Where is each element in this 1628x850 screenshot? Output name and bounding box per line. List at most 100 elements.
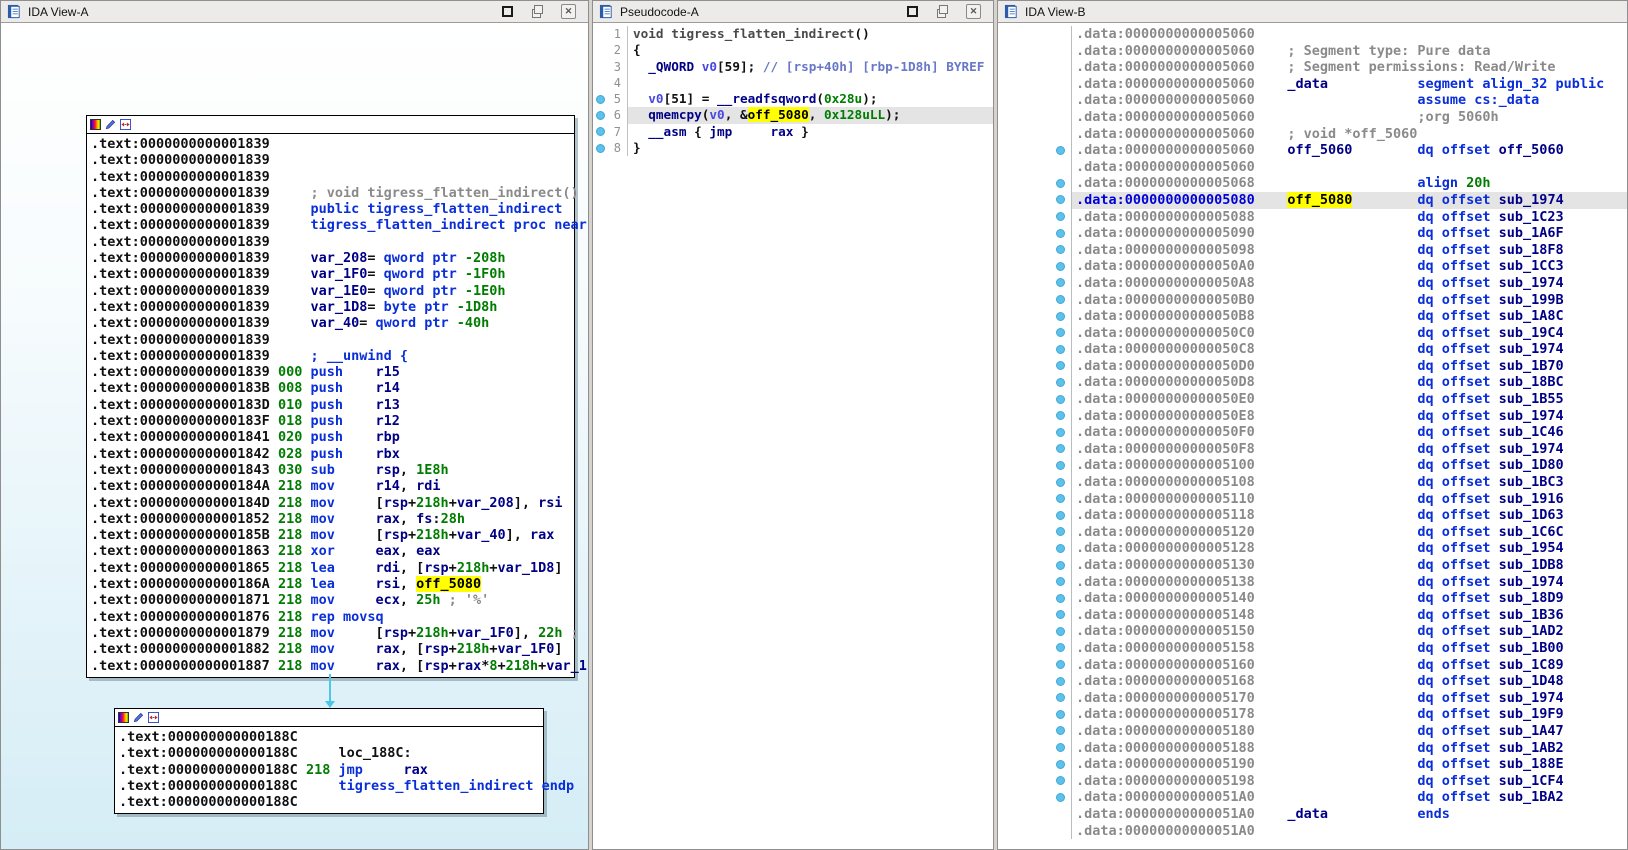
data-row[interactable]: .data:0000000000005060 bbox=[998, 26, 1627, 43]
pseudocode-line[interactable]: 1 void tigress_flatten_indirect() bbox=[593, 26, 993, 43]
line-marker-dot[interactable] bbox=[596, 127, 605, 137]
data-row[interactable]: .data:0000000000005178 dq offset sub_19F… bbox=[998, 706, 1627, 723]
disasm-line[interactable]: .text:0000000000001839 ; __unwind { bbox=[91, 348, 570, 364]
maximize-button[interactable] bbox=[501, 5, 514, 18]
data-row[interactable]: .data:0000000000005130 dq offset sub_1DB… bbox=[998, 557, 1627, 574]
data-row[interactable]: .data:00000000000050C0 dq offset sub_19C… bbox=[998, 324, 1627, 342]
disasm-line[interactable]: .text:0000000000001882 218 mov rax, [rsp… bbox=[91, 641, 570, 657]
data-row[interactable]: .data:0000000000005060 assume cs:_data bbox=[998, 92, 1627, 109]
disasm-line[interactable]: .text:0000000000001839 var_1E0= qword pt… bbox=[91, 283, 570, 299]
graph-node-entry[interactable]: .text:0000000000001839 .text:000000000000… bbox=[86, 115, 588, 678]
line-marker-dot[interactable] bbox=[1056, 195, 1065, 205]
data-row[interactable]: .data:0000000000005160 dq offset sub_1C8… bbox=[998, 656, 1627, 674]
data-row[interactable]: .data:0000000000005080 off_5080 dq offse… bbox=[998, 191, 1627, 209]
data-row[interactable]: .data:0000000000005110 dq offset sub_191… bbox=[998, 490, 1627, 508]
data-row[interactable]: .data:0000000000005138 dq offset sub_197… bbox=[998, 573, 1627, 591]
line-marker-dot[interactable] bbox=[1056, 643, 1065, 653]
disasm-line[interactable]: .text:0000000000001839 bbox=[91, 234, 570, 250]
data-row[interactable]: .data:00000000000051A0 bbox=[998, 822, 1627, 840]
data-row[interactable]: .data:0000000000005188 dq offset sub_1AB… bbox=[998, 739, 1627, 757]
line-marker-dot[interactable] bbox=[1056, 593, 1065, 603]
group-node-icon[interactable] bbox=[148, 712, 159, 723]
float-button[interactable] bbox=[936, 5, 949, 18]
maximize-button[interactable] bbox=[906, 5, 919, 18]
line-marker-dot[interactable] bbox=[1056, 660, 1065, 670]
disasm-line[interactable]: .text:000000000000188C tigress_flatten_i… bbox=[119, 778, 574, 794]
disasm-line[interactable]: .text:000000000000184A 218 mov r14, rdi bbox=[91, 478, 570, 494]
disasm-line[interactable]: .text:0000000000001843 030 sub rsp, 1E8h bbox=[91, 462, 570, 478]
disasm-line[interactable]: .text:0000000000001863 218 xor eax, eax bbox=[91, 543, 570, 559]
node-color-icon[interactable] bbox=[90, 119, 101, 130]
pseudocode-view[interactable]: 1 void tigress_flatten_indirect() 2{3 _QWO… bbox=[593, 23, 993, 849]
disasm-line[interactable]: .text:0000000000001839 var_208= qword pt… bbox=[91, 250, 570, 266]
graph-view[interactable]: .text:0000000000001839 .text:000000000000… bbox=[1, 23, 588, 849]
edit-node-icon[interactable] bbox=[133, 712, 144, 723]
data-row[interactable]: .data:0000000000005100 dq offset sub_1D8… bbox=[998, 457, 1627, 475]
close-button[interactable]: ✕ bbox=[966, 4, 981, 19]
data-row[interactable]: .data:0000000000005060 ; Segment type: P… bbox=[998, 42, 1627, 60]
data-row[interactable]: .data:0000000000005060 ; Segment permiss… bbox=[998, 59, 1627, 76]
data-row[interactable]: .data:00000000000050B8 dq offset sub_1A8… bbox=[998, 308, 1627, 325]
line-marker-dot[interactable] bbox=[1056, 212, 1065, 222]
data-segment-view[interactable]: .data:0000000000005060 .data:000000000000… bbox=[998, 23, 1627, 849]
line-marker-dot[interactable] bbox=[1056, 460, 1065, 470]
line-marker-dot[interactable] bbox=[1056, 228, 1065, 238]
close-button[interactable]: ✕ bbox=[561, 4, 576, 19]
data-row[interactable]: .data:00000000000050A0 dq offset sub_1CC… bbox=[998, 258, 1627, 275]
line-marker-dot[interactable] bbox=[1056, 792, 1065, 802]
disasm-line[interactable]: .text:000000000000188C 218 jmp rax bbox=[119, 762, 539, 778]
line-marker-dot[interactable] bbox=[1056, 344, 1065, 354]
disasm-line[interactable]: .text:0000000000001871 218 mov ecx, 25h … bbox=[91, 592, 570, 608]
disasm-line[interactable]: .text:0000000000001839 public tigress_fl… bbox=[91, 201, 570, 217]
line-marker-dot[interactable] bbox=[1056, 278, 1065, 288]
data-row[interactable]: .data:0000000000005148 dq offset sub_1B3… bbox=[998, 606, 1627, 624]
line-marker-dot[interactable] bbox=[1056, 527, 1065, 537]
data-row[interactable]: .data:0000000000005108 dq offset sub_1BC… bbox=[998, 474, 1627, 491]
line-marker-dot[interactable] bbox=[1056, 444, 1065, 454]
data-row[interactable]: .data:00000000000051A0 dq offset sub_1BA… bbox=[998, 789, 1627, 806]
disasm-line[interactable]: .text:000000000000183B 008 push r14 bbox=[91, 380, 570, 396]
pseudocode-line[interactable]: 3 _QWORD v0[59]; // [rsp+40h] [rbp-1D8h]… bbox=[593, 58, 993, 75]
line-marker-dot[interactable] bbox=[1056, 560, 1065, 570]
disasm-line[interactable]: .text:0000000000001839 tigress_flatten_i… bbox=[91, 217, 587, 233]
disasm-line[interactable]: .text:0000000000001852 218 mov rax, fs:2… bbox=[91, 511, 570, 527]
titlebar-pseudocode[interactable]: Pseudocode-A ✕ bbox=[593, 1, 993, 23]
data-row[interactable]: .data:0000000000005118 dq offset sub_1D6… bbox=[998, 507, 1627, 524]
data-row[interactable]: .data:0000000000005128 dq offset sub_195… bbox=[998, 540, 1627, 557]
data-row[interactable]: .data:00000000000050E8 dq offset sub_197… bbox=[998, 407, 1627, 425]
data-row[interactable]: .data:00000000000050D8 dq offset sub_18B… bbox=[998, 374, 1627, 392]
data-row[interactable]: .data:00000000000050F8 dq offset sub_197… bbox=[998, 440, 1627, 458]
line-marker-dot[interactable] bbox=[1056, 577, 1065, 587]
pseudocode-line[interactable]: 2{ bbox=[593, 42, 993, 59]
pseudocode-line[interactable]: 6 qmemcpy(v0, &off_5080, 0x128uLL); bbox=[593, 107, 993, 124]
line-marker-dot[interactable] bbox=[1056, 361, 1065, 371]
edit-node-icon[interactable] bbox=[105, 119, 116, 130]
data-row[interactable]: .data:0000000000005090 dq offset sub_1A6… bbox=[998, 225, 1627, 242]
data-row[interactable]: .data:00000000000050F0 dq offset sub_1C4… bbox=[998, 424, 1627, 441]
disasm-line[interactable]: .text:0000000000001876 218 rep movsq bbox=[91, 609, 570, 625]
data-row[interactable]: .data:0000000000005068 align 20h bbox=[998, 175, 1627, 192]
line-marker-dot[interactable] bbox=[1056, 543, 1065, 553]
line-marker-dot[interactable] bbox=[1056, 328, 1065, 338]
line-marker-dot[interactable] bbox=[596, 94, 605, 104]
disasm-line[interactable]: .text:0000000000001839 bbox=[91, 169, 570, 185]
disasm-line[interactable]: .text:000000000000188C bbox=[119, 794, 539, 810]
data-row[interactable]: .data:0000000000005190 dq offset sub_188… bbox=[998, 756, 1627, 773]
line-marker-dot[interactable] bbox=[596, 110, 605, 120]
data-row[interactable]: .data:0000000000005140 dq offset sub_18D… bbox=[998, 590, 1627, 607]
line-marker-dot[interactable] bbox=[1056, 311, 1065, 321]
disasm-line[interactable]: .text:0000000000001839 bbox=[91, 332, 570, 348]
line-marker-dot[interactable] bbox=[1056, 377, 1065, 387]
disasm-line[interactable]: .text:0000000000001842 028 push rbx bbox=[91, 446, 570, 462]
line-marker-dot[interactable] bbox=[1056, 693, 1065, 703]
disasm-line[interactable]: .text:000000000000188C loc_188C: bbox=[119, 745, 539, 761]
data-row[interactable]: .data:0000000000005168 dq offset sub_1D4… bbox=[998, 673, 1627, 690]
line-marker-dot[interactable] bbox=[1056, 245, 1065, 255]
disasm-line[interactable]: .text:0000000000001839 bbox=[91, 136, 570, 152]
pseudocode-line[interactable]: 5 v0[51] = __readfsqword(0x28u); bbox=[593, 91, 993, 108]
disasm-line[interactable]: .text:0000000000001839 bbox=[91, 152, 570, 168]
line-marker-dot[interactable] bbox=[1056, 427, 1065, 437]
line-marker-dot[interactable] bbox=[596, 143, 605, 153]
titlebar-view-a[interactable]: IDA View-A ✕ bbox=[1, 1, 588, 23]
disasm-line[interactable]: .text:0000000000001841 020 push rbp bbox=[91, 429, 570, 445]
